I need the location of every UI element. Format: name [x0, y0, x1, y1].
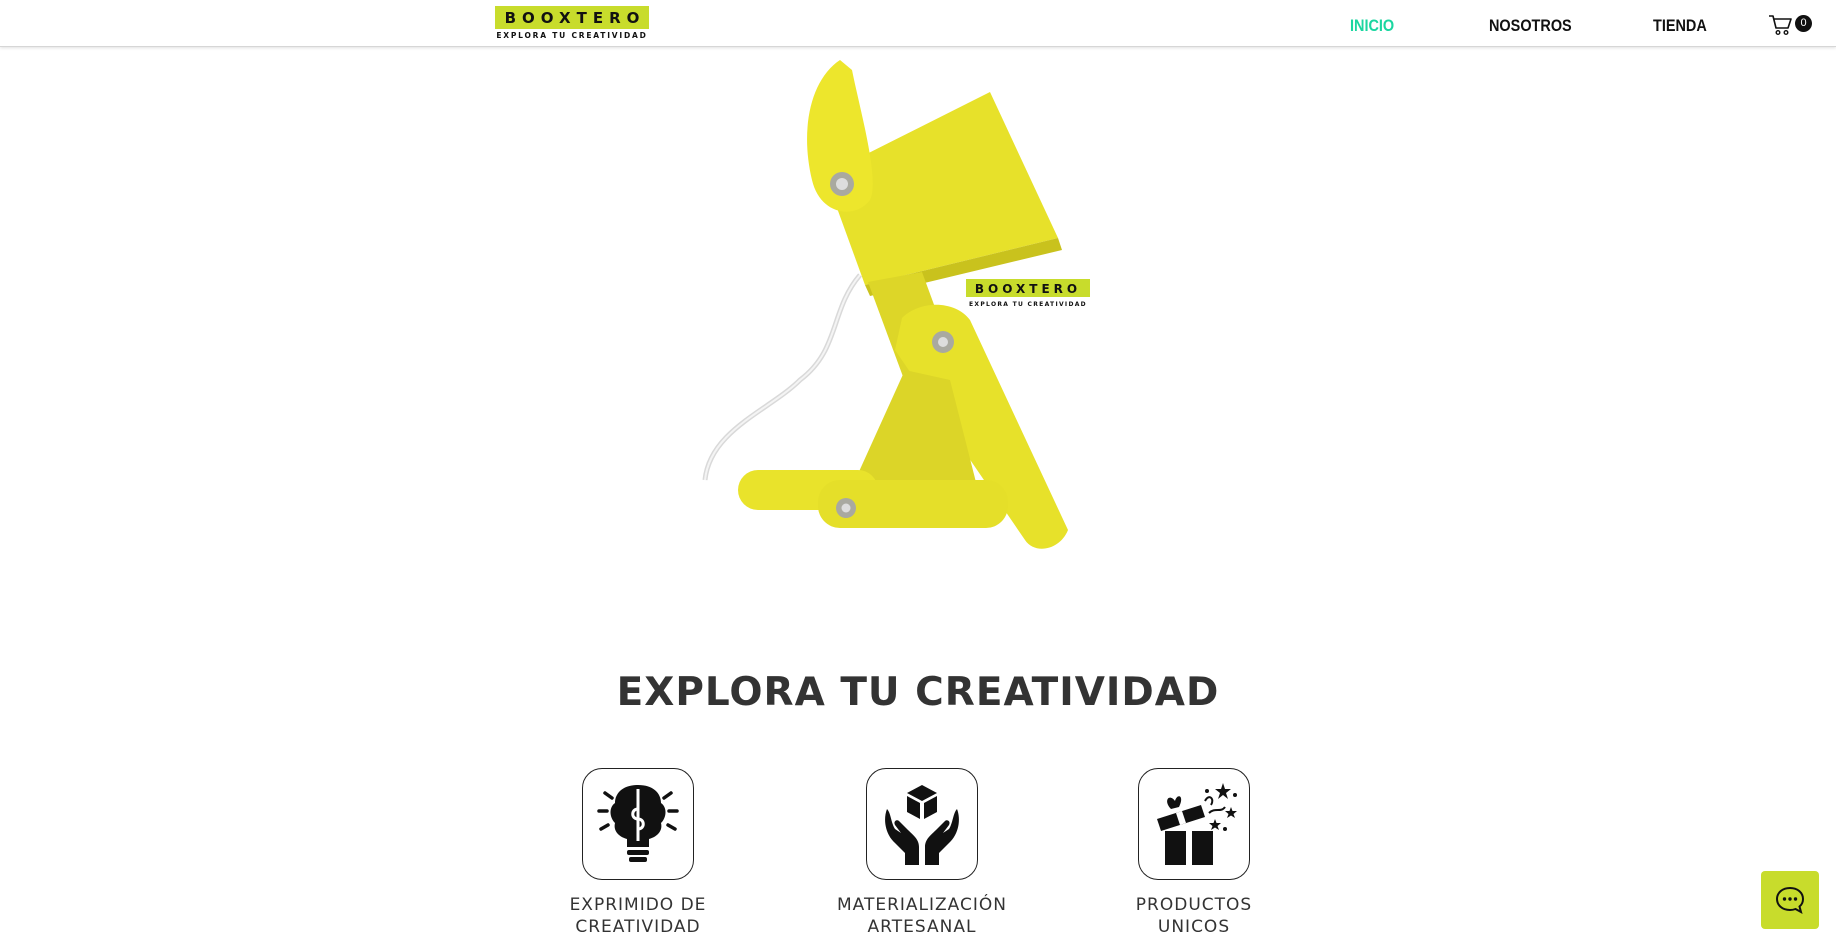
chat-bubble-icon	[1775, 886, 1805, 915]
page-headline: EXPLORA TU CREATIVIDAD	[616, 670, 1220, 715]
logo-tagline: EXPLORA TU CREATIVIDAD	[496, 31, 648, 40]
feature-icon-frame	[582, 768, 694, 880]
hero-product-image: BOOXTERO EXPLORA TU CREATIVIDAD	[690, 50, 1110, 570]
nav-item-tienda[interactable]: TIENDA	[1653, 16, 1707, 36]
feature-label-line2: CREATIVIDAD	[575, 917, 701, 937]
hero-logo-tagline: EXPLORA TU CREATIVIDAD	[969, 301, 1087, 308]
feature-label-line2: ARTESANAL	[867, 917, 977, 937]
feature-icon-frame	[866, 768, 978, 880]
feature-label: EXPRIMIDO DE CREATIVIDAD	[538, 894, 738, 938]
feature-label-line1: PRODUCTOS	[1135, 895, 1253, 915]
feature-icon-frame	[1138, 768, 1250, 880]
chat-widget-button[interactable]	[1761, 871, 1819, 929]
feature-card-artesanal: MATERIALIZACIÓN ARTESANAL	[822, 768, 1022, 938]
feature-card-productos: PRODUCTOS UNICOS	[1094, 768, 1294, 938]
dog-lamp-illustration: BOOXTERO EXPLORA TU CREATIVIDAD	[702, 60, 1090, 549]
feature-label: MATERIALIZACIÓN ARTESANAL	[822, 894, 1022, 938]
nav-item-inicio[interactable]: INICIO	[1350, 16, 1394, 36]
hands-box-icon	[885, 785, 959, 865]
feature-card-creatividad: EXPRIMIDO DE CREATIVIDAD	[538, 768, 738, 938]
hero-logo-text: BOOXTERO	[975, 282, 1081, 296]
cart-button[interactable]: 0	[1768, 13, 1814, 37]
feature-label-line1: MATERIALIZACIÓN	[836, 895, 1007, 915]
nav-item-nosotros[interactable]: NOSOTROS	[1489, 16, 1572, 36]
feature-label-line1: EXPRIMIDO DE	[569, 895, 707, 915]
feature-label-line2: UNICOS	[1157, 917, 1231, 937]
logo-text: BOOXTERO	[504, 8, 646, 27]
lightbulb-brain-icon	[597, 785, 679, 862]
site-logo[interactable]: BOOXTERO EXPLORA TU CREATIVIDAD	[495, 6, 649, 42]
gift-box-icon	[1157, 783, 1237, 865]
cart-count-badge: 0	[1795, 15, 1812, 32]
cart-icon	[1769, 15, 1792, 36]
logo-box: BOOXTERO	[495, 6, 649, 29]
feature-label: PRODUCTOS UNICOS	[1094, 894, 1294, 938]
site-header: BOOXTERO EXPLORA TU CREATIVIDAD INICIO N…	[0, 0, 1836, 47]
